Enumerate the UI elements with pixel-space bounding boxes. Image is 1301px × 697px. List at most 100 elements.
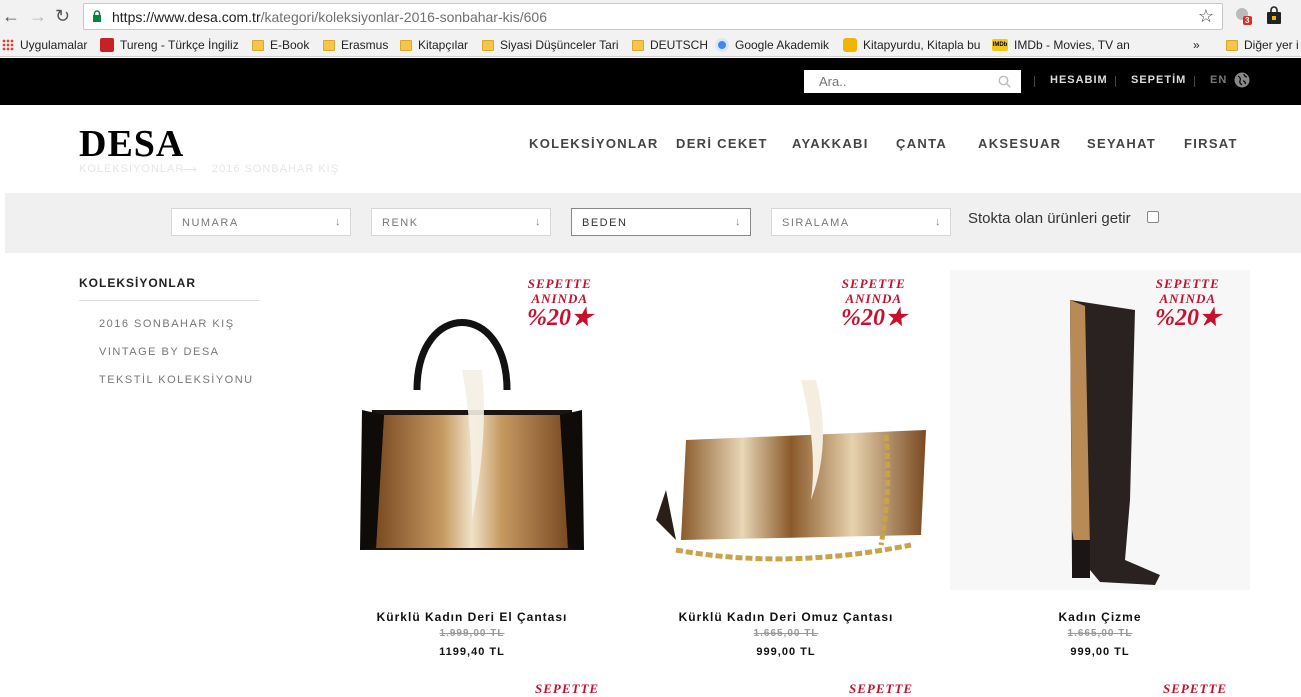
product-name[interactable]: Kadın Çizme (950, 610, 1250, 624)
back-icon[interactable]: ← (2, 5, 20, 27)
stock-filter-label: Stokta olan ürünleri getir (968, 210, 1131, 227)
url-path: /kategori/koleksiyonlar-2016-sonbahar-ki… (260, 9, 547, 25)
star-icon: ★ (571, 305, 593, 331)
address-bar[interactable]: https://www.desa.com.tr/kategori/koleksi… (83, 3, 1223, 30)
bookmark-star-icon[interactable]: ☆ (1198, 6, 1214, 27)
bookmark-erasmus[interactable]: Erasmus (323, 36, 393, 54)
bookmark-deutsch[interactable]: DEUTSCH (632, 36, 707, 54)
badge-discount: %20 (841, 305, 885, 331)
apps-grid-icon (2, 39, 14, 51)
imdb-icon: IMDb (992, 39, 1008, 51)
filter-numara-select[interactable]: NUMARA ↓ (171, 208, 351, 236)
bookmark-apps[interactable]: Uygulamalar (2, 36, 92, 54)
sidebar-item-vintage[interactable]: VINTAGE BY DESA (99, 346, 220, 358)
breadcrumb-current: 2016 SONBAHAR KIŞ (212, 163, 340, 175)
desa-logo[interactable]: DESA (79, 122, 184, 166)
bookmark-kitapcilar[interactable]: Kitapçılar (400, 36, 475, 54)
select-label: RENK (382, 217, 419, 229)
search-input[interactable] (804, 70, 984, 93)
star-icon: ★ (1199, 305, 1221, 331)
badge-discount: %20 (1155, 305, 1199, 331)
search-box (804, 70, 1021, 93)
url-host: https://www.desa.com.tr (112, 9, 261, 25)
filter-siralama-select[interactable]: SIRALAMA ↓ (771, 208, 951, 236)
url-text: https://www.desa.com.tr/kategori/koleksi… (112, 9, 547, 25)
sidebar-item-2016-sonbahar-kis[interactable]: 2016 SONBAHAR KIŞ (99, 318, 235, 330)
bookmark-label: Uygulamalar (20, 38, 88, 52)
product-card[interactable]: SEPETTE ANINDA %20★ Kadın Çizme 1.665,00… (950, 270, 1250, 670)
product-price: 999,00 TL (756, 646, 816, 658)
folder-icon (632, 39, 644, 51)
bookmark-imdb[interactable]: IMDb IMDb - Movies, TV an (992, 36, 1132, 54)
sidebar-title[interactable]: KOLEKSİYONLAR (79, 276, 196, 290)
select-label: SIRALAMA (782, 217, 850, 229)
search-icon[interactable] (998, 75, 1011, 88)
reload-icon[interactable]: ↻ (55, 5, 70, 27)
bookmark-label: Erasmus (341, 38, 389, 52)
badge-line1: SEPETTE (1155, 276, 1220, 291)
extension-icon[interactable]: 3 (1233, 6, 1253, 26)
bookmark-label: Kitapyurdu, Kitapla bu (863, 38, 981, 52)
nav-canta[interactable]: ÇANTA (896, 136, 947, 151)
badge-line1: SEPETTE (841, 276, 906, 291)
bookmark-label: Kitapçılar (418, 38, 469, 52)
product-old-price: 1.665,00 TL (753, 628, 819, 639)
sidebar-divider (79, 300, 259, 301)
product-card[interactable]: SEPETTE ANINDA %20★ Kürklü Kadın Deri El… (322, 270, 622, 670)
forward-icon[interactable]: → (29, 5, 47, 27)
folder-icon (482, 39, 494, 51)
bookmarks-more[interactable]: » (1193, 36, 1207, 54)
other-bookmarks[interactable]: Diğer yer i (1226, 36, 1301, 54)
nav-deri-ceket[interactable]: DERİ CEKET (676, 136, 768, 151)
folder-icon (1226, 39, 1238, 51)
bookmark-label: Google Akademik (735, 38, 830, 52)
globe-icon[interactable] (1234, 72, 1250, 88)
product-name[interactable]: Kürklü Kadın Deri El Çantası (322, 610, 622, 624)
bookmark-label: Siyasi Düşünceler Tari (500, 38, 619, 52)
next-row-badge: SEPETTE (535, 681, 600, 696)
bookmark-label: DEUTSCH (650, 38, 707, 52)
browser-toolbar: ← → ↻ https://www.desa.com.tr/kategori/k… (0, 0, 1301, 33)
bookmark-label: IMDb - Movies, TV an (1014, 38, 1130, 52)
cart-link[interactable]: SEPETİM (1131, 74, 1186, 86)
next-row-badge: SEPETTE (1163, 681, 1228, 696)
site-topbar: HESABIM SEPETİM EN (0, 58, 1301, 105)
bookmark-kitapyurdu[interactable]: Kitapyurdu, Kitapla bu (843, 36, 983, 54)
nav-aksesuar[interactable]: AKSESUAR (978, 136, 1061, 151)
extension-badge: 3 (1245, 16, 1250, 25)
discount-badge: SEPETTE ANINDA %20★ (841, 276, 907, 330)
folder-icon (252, 39, 264, 51)
nav-koleksiyonlar[interactable]: KOLEKSİYONLAR (529, 136, 659, 151)
bookmark-google-akademik[interactable]: Google Akademik (715, 36, 837, 54)
stock-checkbox[interactable] (1147, 211, 1159, 223)
product-old-price: 1.665,00 TL (1067, 628, 1133, 639)
bookmark-label: Tureng - Türkçe İngiliz (120, 38, 239, 52)
nav-ayakkabi[interactable]: AYAKKABI (792, 136, 869, 151)
filter-beden-select[interactable]: BEDEN ↓ (571, 208, 751, 236)
nav-seyahat[interactable]: SEYAHAT (1087, 136, 1156, 151)
shopping-bag-icon[interactable] (1264, 6, 1284, 26)
discount-badge: SEPETTE ANINDA %20★ (1155, 276, 1221, 330)
filter-renk-select[interactable]: RENK ↓ (371, 208, 551, 236)
product-old-price: 1.999,00 TL (439, 628, 505, 639)
divider (1034, 76, 1035, 87)
arrow-down-icon: ↓ (935, 216, 942, 228)
bookmark-siyasi[interactable]: Siyasi Düşünceler Tari (482, 36, 622, 54)
sidebar-item-tekstil[interactable]: TEKSTİL KOLEKSİYONU (99, 374, 254, 386)
nav-firsat[interactable]: FIRSAT (1184, 136, 1238, 151)
breadcrumb-koleksiyonlar[interactable]: KOLEKSİYONLAR (79, 163, 184, 175)
badge-line2: ANINDA (1159, 291, 1217, 306)
bookmark-label: E-Book (270, 38, 310, 52)
divider (1194, 76, 1195, 87)
next-row-badge: SEPETTE (849, 681, 914, 696)
bookmarks-bar: Uygulamalar Tureng - Türkçe İngiliz E-Bo… (0, 33, 1301, 57)
account-link[interactable]: HESABIM (1050, 74, 1108, 86)
filter-bar: NUMARA ↓ RENK ↓ BEDEN ↓ SIRALAMA ↓ Stokta ol… (5, 193, 1301, 253)
product-card[interactable]: SEPETTE ANINDA %20★ Kürklü Kadın Deri Om… (636, 270, 936, 670)
product-name[interactable]: Kürklü Kadın Deri Omuz Çantası (636, 610, 936, 624)
discount-badge: SEPETTE ANINDA %20★ (527, 276, 593, 330)
language-link[interactable]: EN (1210, 74, 1227, 86)
bookmark-ebook[interactable]: E-Book (252, 36, 322, 54)
lock-icon (93, 10, 101, 22)
bookmark-tureng[interactable]: Tureng - Türkçe İngiliz (100, 36, 240, 54)
